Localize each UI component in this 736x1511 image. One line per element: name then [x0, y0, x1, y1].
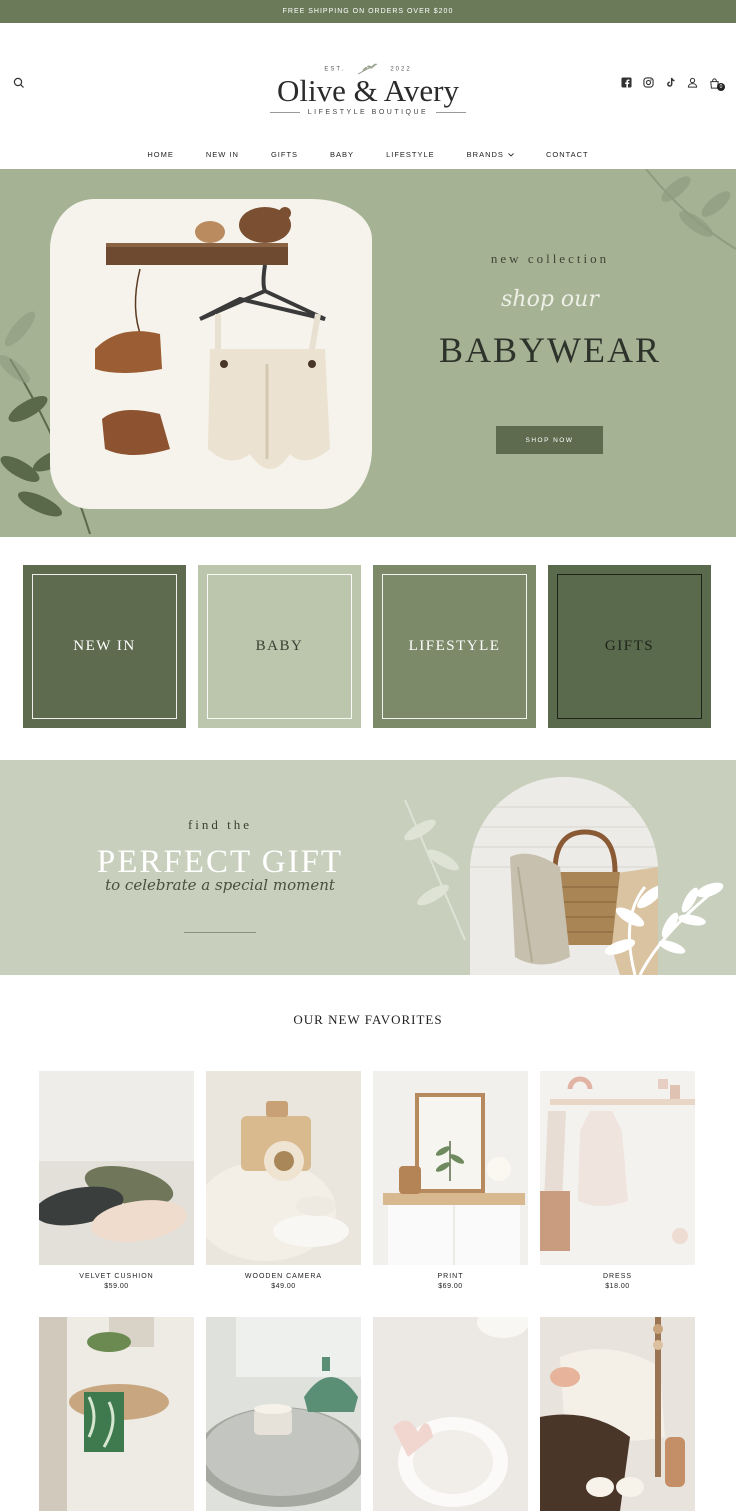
tiktok-icon[interactable] [665, 77, 676, 88]
hero-title: BABYWEAR [439, 330, 661, 370]
shop-now-button[interactable]: SHOP NOW [496, 426, 603, 454]
product-card[interactable]: PRINT $69.00 [373, 1071, 528, 1290]
favorites-title: OUR NEW FAVORITES [293, 1012, 443, 1027]
product-image [39, 1317, 194, 1511]
logo-name: Olive & Avery [277, 73, 459, 108]
hero-script-text: shop our [501, 287, 599, 312]
cart-count-badge: 0 [717, 83, 725, 91]
leaf-decoration-icon [638, 882, 724, 975]
product-price: $69.00 [438, 1283, 463, 1290]
category-label: GIFTS [604, 638, 655, 654]
hero-banner: new collection shop our BABYWEAR SHOP NO… [0, 169, 736, 537]
product-image-wooden-camera [206, 1071, 361, 1265]
product-card[interactable]: VELVET CUSHION $59.00 [39, 1071, 194, 1290]
announcement-bar: FREE SHIPPING ON ORDERS OVER $200 [0, 0, 736, 23]
main-nav: HOME NEW IN GIFTS BABY LIFESTYLE BRANDS … [0, 150, 736, 159]
product-card[interactable] [39, 1317, 194, 1511]
category-tile-gifts[interactable]: GIFTS [548, 565, 711, 728]
search-icon[interactable] [12, 76, 26, 90]
product-card[interactable]: WOODEN CAMERA $49.00 [206, 1071, 361, 1290]
nav-contact[interactable]: CONTACT [530, 150, 605, 159]
product-name: WOODEN CAMERA [244, 1273, 323, 1280]
header-icons: 0 [621, 76, 725, 91]
category-label: LIFESTYLE [408, 638, 501, 654]
category-tile-lifestyle[interactable]: LIFESTYLE [373, 565, 536, 728]
instagram-icon[interactable] [643, 76, 654, 88]
product-price: $18.00 [605, 1283, 630, 1290]
nav-lifestyle[interactable]: LIFESTYLE [370, 150, 451, 159]
gift-banner[interactable]: find the PERFECT GIFT to celebrate a spe… [0, 760, 736, 975]
nav-brands[interactable]: BRANDS [451, 150, 530, 159]
product-image [540, 1317, 695, 1511]
product-price: $49.00 [271, 1283, 296, 1290]
product-price: $59.00 [104, 1283, 129, 1290]
gift-script-text: to celebrate a special moment [105, 876, 335, 894]
announcement-text: FREE SHIPPING ON ORDERS OVER $200 [282, 8, 454, 15]
facebook-icon[interactable] [621, 76, 632, 88]
product-name: PRINT [437, 1273, 464, 1280]
product-image [373, 1317, 528, 1511]
product-card[interactable] [540, 1317, 695, 1511]
nav-home[interactable]: HOME [131, 150, 190, 159]
logo-tagline: LIFESTYLE BOUTIQUE [268, 109, 468, 116]
nav-brands-label: BRANDS [466, 150, 504, 159]
category-label: NEW IN [73, 638, 136, 654]
hero-image [50, 199, 372, 509]
product-name: VELVET CUSHION [79, 1273, 154, 1280]
category-tiles: NEW IN BABY LIFESTYLE GIFTS [23, 565, 711, 728]
cart[interactable]: 0 [709, 76, 725, 91]
product-image-print [373, 1071, 528, 1265]
nav-new-in[interactable]: NEW IN [190, 150, 255, 159]
category-tile-new-in[interactable]: NEW IN [23, 565, 186, 728]
product-card[interactable]: DRESS $18.00 [540, 1071, 695, 1290]
category-tile-baby[interactable]: BABY [198, 565, 361, 728]
product-card[interactable] [373, 1317, 528, 1511]
gift-eyebrow: find the [187, 817, 253, 832]
site-logo[interactable]: EST. 2022 Olive & Avery LIFESTYLE BOUTIQ… [268, 63, 468, 123]
chevron-down-icon [508, 152, 514, 157]
account-icon[interactable] [687, 77, 698, 88]
hero-subtitle: new collection [490, 251, 610, 266]
product-card[interactable] [206, 1317, 361, 1511]
product-image [206, 1317, 361, 1511]
product-name: DRESS [602, 1273, 633, 1280]
nav-baby[interactable]: BABY [314, 150, 370, 159]
site-header: EST. 2022 Olive & Avery LIFESTYLE BOUTIQ… [0, 23, 736, 169]
babywear-illustration [95, 207, 330, 469]
nav-gifts[interactable]: GIFTS [255, 150, 314, 159]
product-image-dress [540, 1071, 695, 1265]
product-image-velvet-cushion [39, 1071, 194, 1265]
category-label: BABY [255, 638, 304, 654]
divider [184, 932, 256, 933]
